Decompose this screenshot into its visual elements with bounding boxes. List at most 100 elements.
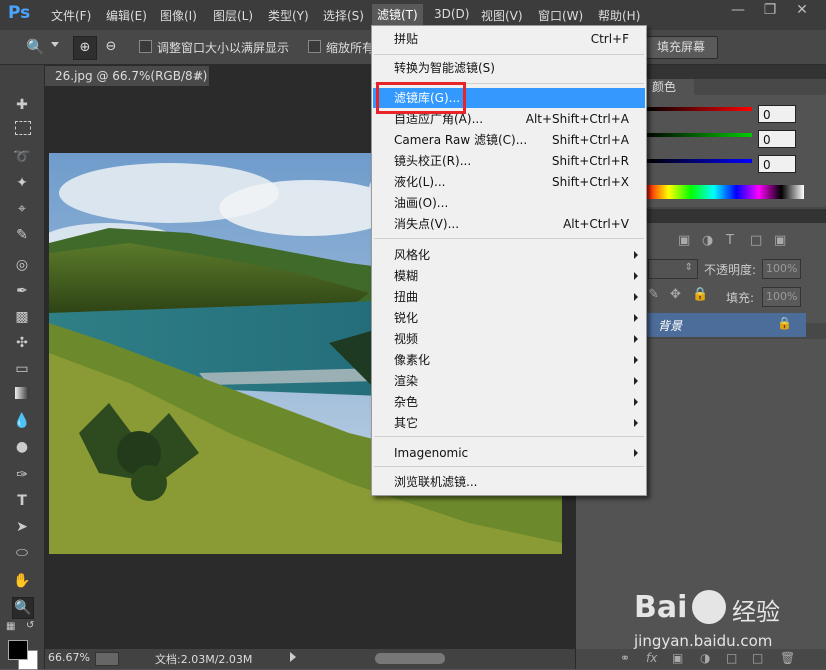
menu-item-distort[interactable]: 扭曲 [373,287,645,307]
hand-tool-icon[interactable]: ✋ [12,571,32,591]
lock-position-icon[interactable]: ✥ [670,287,681,302]
clone-stamp-tool-icon[interactable]: ▩ [12,307,32,327]
zoom-all-checkbox[interactable] [308,40,321,53]
green-slider[interactable] [646,133,752,137]
gradient-tool-icon[interactable] [12,385,32,405]
color-tab[interactable]: 颜色 [646,79,694,95]
menu-item-noise[interactable]: 杂色 [373,392,645,412]
foreground-color-swatch[interactable] [8,640,28,660]
menu-item-video[interactable]: 视频 [373,329,645,349]
menu-separator [374,466,644,467]
resize-window-checkbox[interactable] [139,40,152,53]
blue-slider[interactable] [646,159,752,163]
menu-help[interactable]: 帮助(H) [598,7,640,24]
eyedropper-tool-icon[interactable]: ✎ [12,225,32,245]
menu-image[interactable]: 图像(I) [160,7,197,24]
horizontal-scrollbar[interactable] [375,653,445,664]
document-tab-title: 26.jpg @ 66.7%(RGB/8#) [55,69,208,83]
zoom-in-icon[interactable]: ⊕ [73,36,97,60]
restore-icon[interactable]: ❐ [756,0,784,22]
red-slider[interactable] [646,107,752,111]
magic-wand-tool-icon[interactable]: ✦ [12,173,32,193]
menu-item-render[interactable]: 渲染 [373,371,645,391]
type-tool-icon[interactable]: T [12,491,32,511]
marquee-tool-icon[interactable] [15,121,31,135]
menu-item-blur[interactable]: 模糊 [373,266,645,286]
submenu-arrow-icon [634,272,638,280]
tool-preset-chevron-down-icon[interactable] [51,42,59,47]
menu-file[interactable]: 文件(F) [51,7,91,24]
menu-type[interactable]: 类型(Y) [268,7,309,24]
layer-lock-icon: 🔒 [777,316,792,330]
filter-type-icon[interactable]: T [726,233,734,248]
green-value[interactable]: 0 [758,130,796,148]
dodge-tool-icon[interactable]: ● [12,437,32,457]
menu-3d[interactable]: 3D(D) [434,7,469,21]
color-spectrum[interactable] [646,185,804,199]
swap-colors-icon[interactable]: ↺ [26,620,34,631]
menu-item-liquify[interactable]: 液化(L)... Shift+Ctrl+X [373,172,645,192]
close-tab-icon[interactable]: × [194,66,204,86]
filter-smart-object-icon[interactable]: ▣ [774,233,786,248]
submenu-arrow-icon [634,251,638,259]
menu-item-imagenomic[interactable]: Imagenomic [373,443,645,463]
menu-item-pixelate[interactable]: 像素化 [373,350,645,370]
fill-field[interactable]: 100% [762,287,801,307]
menu-item-lens-correction[interactable]: 镜头校正(R)... Shift+Ctrl+R [373,151,645,171]
ellipse-tool-icon[interactable]: ⬭ [12,543,32,563]
lock-all-icon[interactable]: 🔒 [692,287,708,302]
menu-edit[interactable]: 编辑(E) [106,7,147,24]
eraser-tool-icon[interactable]: ▭ [12,359,32,379]
menu-filter[interactable]: 滤镜(T) [372,4,423,26]
blue-value[interactable]: 0 [758,155,796,173]
zoom-level[interactable]: 66.67% [48,651,90,664]
menu-separator [374,238,644,239]
menu-item-camera-raw[interactable]: Camera Raw 滤镜(C)... Shift+Ctrl+A [373,130,645,150]
opacity-field[interactable]: 100% [762,259,801,279]
zoom-tool-active-icon[interactable]: 🔍 [12,597,34,619]
brush-tool-icon[interactable]: ✒ [12,281,32,301]
menu-view[interactable]: 视图(V) [481,7,523,24]
status-thumbnail-icon [95,652,119,666]
status-bar: 66.67% 文档:2.03M/2.03M [45,649,575,669]
blend-mode-select[interactable]: ⇕ [648,259,698,279]
menu-select[interactable]: 选择(S) [323,7,364,24]
pen-tool-icon[interactable]: ✑ [12,465,32,485]
submenu-arrow-icon [634,314,638,322]
layer-row-background[interactable]: 背景 🔒 [646,313,806,337]
close-icon[interactable]: ✕ [788,0,816,22]
default-colors-icon[interactable]: ▦ [6,621,15,632]
menu-layer[interactable]: 图层(L) [213,7,253,24]
baidu-jingyan-watermark: Bai 经验 jingyan.baidu.com [628,580,826,660]
menu-item-vanishing-point[interactable]: 消失点(V)... Alt+Ctrl+V [373,214,645,234]
blur-tool-icon[interactable]: 💧 [12,411,32,431]
menu-item-browse-online-filters[interactable]: 浏览联机滤镜... [373,472,645,492]
filter-shape-icon[interactable]: □ [750,233,762,248]
zoom-tool-icon[interactable]: 🔍 [26,38,46,56]
zoom-out-icon[interactable]: ⊖ [100,36,122,58]
healing-brush-tool-icon[interactable]: ◎ [12,255,32,275]
menu-window[interactable]: 窗口(W) [538,7,583,24]
move-tool-icon[interactable]: ✚ [12,95,32,115]
document-info: 文档:2.03M/2.03M [155,653,253,666]
status-menu-arrow-icon[interactable] [290,652,296,662]
lock-pixels-icon[interactable]: ✎ [648,287,659,302]
menu-item-sharpen[interactable]: 锐化 [373,308,645,328]
submenu-arrow-icon [634,398,638,406]
minimize-icon[interactable]: — [724,0,752,22]
path-selection-tool-icon[interactable]: ➤ [12,517,32,537]
menu-item-other[interactable]: 其它 [373,413,645,433]
lasso-tool-icon[interactable]: ➰ [12,147,32,167]
filter-pixel-icon[interactable]: ▣ [678,233,690,248]
menu-item-oil-paint[interactable]: 油画(O)... [373,193,645,213]
menu-item-last-filter[interactable]: 拼贴 Ctrl+F [373,29,645,49]
history-brush-tool-icon[interactable]: ✣ [12,333,32,353]
red-value[interactable]: 0 [758,105,796,123]
menu-item-stylize[interactable]: 风格化 [373,245,645,265]
crop-tool-icon[interactable]: ⌖ [12,199,32,219]
filter-adjustment-icon[interactable]: ◑ [702,233,713,248]
fill-label: 填充: [726,291,755,305]
document-tab[interactable]: 26.jpg @ 66.7%(RGB/8#) × [45,66,210,86]
menu-item-convert-smart-filter[interactable]: 转换为智能滤镜(S) [373,58,645,78]
fill-screen-button[interactable]: 填充屏幕 [644,36,718,59]
